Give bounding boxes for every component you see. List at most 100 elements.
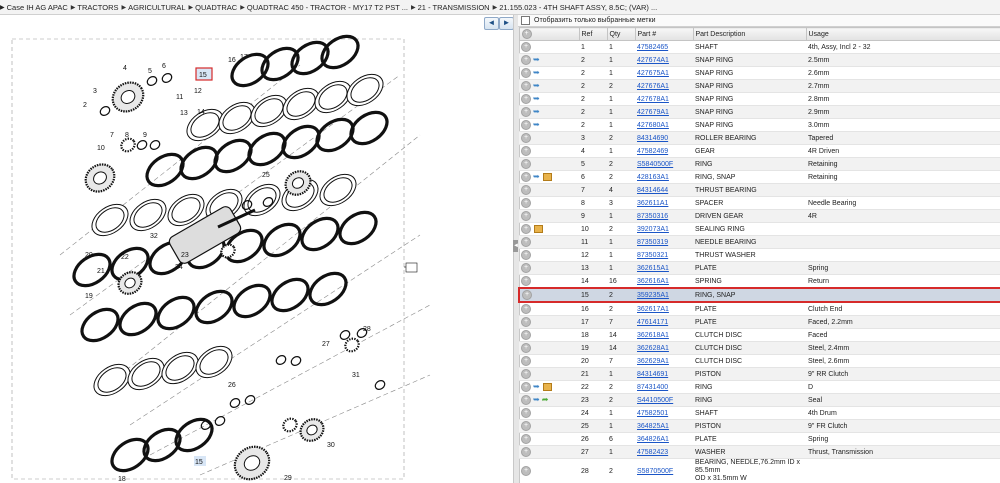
breadcrumb-item[interactable]: ▶ 21 - TRANSMISSION: [411, 3, 490, 12]
add-to-cart-icon[interactable]: +: [521, 120, 531, 131]
replacement-icon[interactable]: ➥: [533, 395, 540, 404]
table-row[interactable]: +17 7 47614171 PLATE Faced, 2.2mm: [519, 315, 1000, 329]
table-row[interactable]: + ➥ 2 1 427674A1 SNAP RING 2.5mm: [519, 53, 1000, 67]
kit-box-icon[interactable]: [542, 173, 552, 182]
table-row[interactable]: + ➥ 2 1 427679A1 SNAP RING 2.9mm: [519, 105, 1000, 119]
column-header[interactable]: Usage: [805, 27, 1000, 41]
table-row[interactable]: + ➥ 2 1 427680A1 SNAP RING 3.0mm: [519, 118, 1000, 132]
part-number-link[interactable]: 87350316: [637, 213, 668, 220]
table-row[interactable]: + ➥ 2 2 427676A1 SNAP RING 2.7mm: [519, 79, 1000, 93]
add-to-cart-icon[interactable]: +: [521, 356, 531, 366]
table-row[interactable]: +27 1 47582423 WASHER Thrust, Transmission: [519, 445, 1000, 459]
table-row[interactable]: + ➥ 6 2 428163A1 RING, SNAP Retaining: [519, 170, 1000, 184]
part-number-link[interactable]: 427675A1: [637, 70, 669, 77]
table-row[interactable]: +8 3 362611A1 SPACER Needle Bearing: [519, 196, 1000, 210]
part-number-link[interactable]: 362629A1: [637, 358, 669, 365]
kit-box-icon[interactable]: [542, 383, 552, 392]
part-number-link[interactable]: 362611A1: [637, 200, 668, 207]
table-row[interactable]: +1 1 47582465 SHAFT 4th, Assy, Incl 2 - 32: [519, 40, 1000, 54]
part-number-link[interactable]: 87431400: [637, 384, 668, 391]
part-number-link[interactable]: 47582465: [637, 44, 668, 51]
column-header[interactable]: Part Description: [692, 27, 807, 41]
replacement-icon[interactable]: ➥: [533, 172, 540, 181]
table-row[interactable]: +11 1 87350319 NEEDLE BEARING: [519, 235, 1000, 249]
table-row[interactable]: + ➥ 22 2 87431400 RING D: [519, 380, 1000, 394]
table-row[interactable]: + ➥ 2 1 427675A1 SNAP RING 2.6mm: [519, 66, 1000, 80]
add-to-cart-icon[interactable]: +: [521, 408, 531, 418]
alternate-part-icon[interactable]: ➦: [542, 395, 549, 404]
table-row[interactable]: +16 2 362617A1 PLATE Clutch End: [519, 302, 1000, 316]
part-number-link[interactable]: 84314644: [637, 187, 668, 194]
table-row[interactable]: +10 2 392073A1 SEALING RING: [519, 222, 1000, 236]
part-number-link[interactable]: 47582501: [637, 410, 668, 417]
add-to-cart-icon[interactable]: +: [521, 172, 531, 183]
column-header[interactable]: Qty: [606, 27, 636, 41]
table-row[interactable]: +26 6 364826A1 PLATE Spring: [519, 432, 1000, 446]
add-to-cart-icon[interactable]: +: [521, 224, 531, 234]
part-number-link[interactable]: 87350319: [637, 239, 668, 246]
table-row[interactable]: +14 16 362616A1 SPRING Return: [519, 274, 1000, 289]
arrow-right-icon[interactable]: ►: [499, 17, 514, 30]
table-row[interactable]: +24 1 47582501 SHAFT 4th Drum: [519, 406, 1000, 420]
arrow-left-icon[interactable]: ◄: [484, 17, 499, 30]
part-number-link[interactable]: 427674A1: [637, 57, 669, 64]
exploded-view-diagram[interactable]: 1234567891011121314161718192021222324252…: [0, 15, 512, 483]
add-to-cart-icon[interactable]: +: [521, 250, 531, 260]
replacement-icon[interactable]: ➥: [533, 94, 540, 103]
part-number-link[interactable]: 362628A1: [637, 345, 669, 352]
add-to-cart-icon[interactable]: +: [521, 330, 531, 340]
table-row[interactable]: +12 1 87350321 THRUST WASHER: [519, 248, 1000, 262]
table-row[interactable]: +9 1 87350316 DRIVEN GEAR 4R: [519, 209, 1000, 223]
table-row[interactable]: +28 2 S5870500F BEARING, NEEDLE,76.2mm ID x…: [519, 458, 1000, 483]
add-to-cart-icon[interactable]: +: [521, 434, 531, 444]
add-to-cart-icon[interactable]: +: [521, 421, 531, 431]
column-header[interactable]: +: [518, 27, 580, 41]
breadcrumb-item[interactable]: ▶ 21.155.023 - 4TH SHAFT ASSY, 8.5C; (VAR…: [493, 3, 658, 12]
breadcrumb-item[interactable]: ▶ QUADTRAC 450 - TRACTOR - MY17 T2 PST ..…: [240, 3, 408, 12]
add-to-cart-icon[interactable]: +: [521, 276, 531, 286]
table-row[interactable]: +21 1 84314691 PISTON 9" RR Clutch: [519, 367, 1000, 381]
show-selected-checkbox[interactable]: [521, 16, 530, 25]
table-row[interactable]: +19 14 362628A1 CLUTCH DISC Steel, 2.4mm: [519, 341, 1000, 355]
column-header[interactable]: Ref: [578, 27, 608, 41]
replacement-icon[interactable]: ➥: [533, 120, 540, 129]
part-number-link[interactable]: 427679A1: [637, 109, 669, 116]
breadcrumb-item[interactable]: ▶ QUADTRAC: [189, 3, 238, 12]
replacement-icon[interactable]: ➥: [533, 382, 540, 391]
add-to-cart-icon[interactable]: +: [521, 447, 531, 457]
part-number-link[interactable]: 362616A1: [637, 278, 669, 285]
add-all-icon[interactable]: +: [521, 29, 532, 39]
add-to-cart-icon[interactable]: +: [522, 290, 532, 300]
table-row[interactable]: +25 1 364825A1 PISTON 9" FR Clutch: [519, 419, 1000, 433]
exploded-diagram-pane[interactable]: ◄ ► 123456789101112131416171819202122232…: [0, 15, 514, 483]
part-number-link[interactable]: 362615A1: [637, 265, 669, 272]
add-to-cart-icon[interactable]: +: [521, 263, 531, 273]
table-row[interactable]: +20 7 362629A1 CLUTCH DISC Steel, 2.6mm: [519, 354, 1000, 368]
table-row[interactable]: +15 2 359235A1 RING, SNAP: [518, 287, 1000, 303]
add-to-cart-icon[interactable]: +: [521, 55, 531, 66]
part-number-link[interactable]: S5870500F: [637, 468, 673, 475]
table-row[interactable]: +18 14 362618A1 CLUTCH DISC Faced: [519, 328, 1000, 342]
replacement-icon[interactable]: ➥: [533, 55, 540, 64]
breadcrumb-item[interactable]: ▶ Case IH AG APAC: [0, 3, 68, 12]
part-number-link[interactable]: S4410500F: [637, 397, 673, 404]
part-number-link[interactable]: 362617A1: [637, 306, 669, 313]
part-number-link[interactable]: 362618A1: [637, 332, 669, 339]
breadcrumb-item[interactable]: ▶ AGRICULTURAL: [122, 3, 186, 12]
add-to-cart-icon[interactable]: +: [521, 369, 531, 379]
add-to-cart-icon[interactable]: +: [521, 133, 531, 143]
add-to-cart-icon[interactable]: +: [521, 68, 531, 79]
part-number-link[interactable]: 364825A1: [637, 423, 669, 430]
add-to-cart-icon[interactable]: +: [521, 466, 531, 476]
table-row[interactable]: +5 2 S5840500F RING Retaining: [519, 157, 1000, 171]
part-number-link[interactable]: 428163A1: [637, 174, 669, 181]
part-number-link[interactable]: 47614171: [637, 319, 668, 326]
part-number-link[interactable]: 84314690: [637, 135, 668, 142]
part-number-link[interactable]: 84314691: [637, 371, 668, 378]
add-to-cart-icon[interactable]: +: [521, 382, 531, 393]
table-row[interactable]: +3 2 84314690 ROLLER BEARING Tapered: [519, 131, 1000, 145]
add-to-cart-icon[interactable]: +: [521, 81, 531, 92]
replacement-icon[interactable]: ➥: [533, 68, 540, 77]
table-row[interactable]: +13 1 362615A1 PLATE Spring: [519, 261, 1000, 275]
part-number-link[interactable]: 364826A1: [637, 436, 669, 443]
